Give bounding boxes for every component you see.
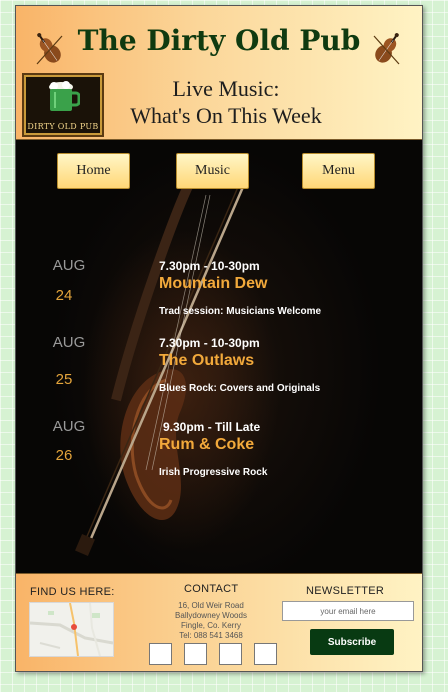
event-time: 9.30pm - Till Late (163, 420, 261, 434)
address-line: Ballydowney Woods (175, 611, 247, 620)
event-month: AUG (52, 418, 86, 435)
event-day: 25 (55, 371, 73, 388)
event-month: AUG (52, 257, 86, 274)
site-header: The Dirty Old Pub DIRTY OLD PUB Live Mus… (16, 6, 422, 140)
event-description: Irish Progressive Rock (159, 467, 268, 478)
subtitle-line: Live Music: (172, 76, 280, 101)
newsletter-heading: NEWSLETTER (306, 585, 385, 597)
nav-home-button[interactable]: Home (57, 153, 130, 189)
contact-address: 16, Old Weir Road Ballydowney Woods Fing… (146, 601, 276, 641)
event-name[interactable]: The Outlaws (159, 352, 254, 370)
page-subtitle: Live Music: What's On This Week (106, 75, 346, 129)
subscribe-button[interactable]: Subscribe (310, 629, 394, 655)
event-month: AUG (52, 334, 86, 351)
logo-text: DIRTY OLD PUB (27, 122, 99, 131)
event-description: Trad session: Musicians Welcome (159, 306, 322, 317)
social-icon-2[interactable] (184, 643, 207, 665)
newsletter-email-input[interactable] (282, 601, 414, 621)
pub-logo[interactable]: DIRTY OLD PUB (22, 73, 104, 137)
nav-menu-button[interactable]: Menu (302, 153, 375, 189)
address-line: Fingle, Co. Kerry (180, 621, 242, 630)
event-time: 7.30pm - 10-30pm (159, 259, 260, 273)
page: The Dirty Old Pub DIRTY OLD PUB Live Mus… (15, 5, 423, 672)
site-title: The Dirty Old Pub (77, 24, 361, 57)
event-time: 7.30pm - 10-30pm (159, 336, 260, 350)
subtitle-line: What's On This Week (130, 103, 322, 128)
event-description: Blues Rock: Covers and Originals (159, 383, 321, 394)
nav-music-button[interactable]: Music (176, 153, 249, 189)
beer-mug-icon (49, 81, 80, 111)
events-section: Home Music Menu AUG 24 7.30pm - 10-30pm … (16, 140, 422, 573)
find-us-heading: FIND US HERE: (30, 586, 115, 598)
social-icon-3[interactable] (219, 643, 242, 665)
event-name[interactable]: Mountain Dew (159, 275, 267, 293)
social-icon-4[interactable] (254, 643, 277, 665)
phone-number: Tel: 088 541 3468 (179, 631, 243, 640)
violin-icon (373, 33, 400, 65)
contact-heading: CONTACT (184, 583, 239, 595)
event-name[interactable]: Rum & Coke (159, 436, 254, 454)
event-day: 26 (55, 447, 73, 464)
map-thumbnail[interactable] (29, 602, 114, 657)
social-icon-1[interactable] (149, 643, 172, 665)
address-line: 16, Old Weir Road (178, 601, 244, 610)
site-footer: FIND US HERE: CONTACT 16, Old Weir Road … (16, 573, 422, 671)
event-day: 24 (55, 287, 73, 304)
